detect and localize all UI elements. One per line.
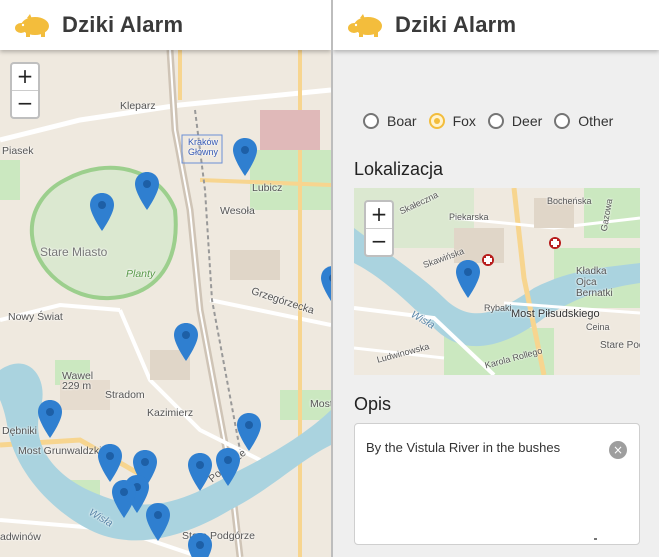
map-pin-icon[interactable] — [135, 172, 159, 210]
radio-other[interactable]: Other — [554, 113, 613, 129]
description-heading: Opis — [354, 394, 392, 414]
map-label: Wesoła — [220, 205, 255, 217]
resize-grip-icon[interactable] — [594, 538, 597, 540]
radio-circle-icon[interactable] — [487, 113, 504, 129]
boar-logo-icon — [15, 14, 49, 37]
app-title: Dziki Alarm — [395, 12, 517, 37]
description-textarea[interactable]: By the Vistula River in the bushes × — [354, 423, 640, 545]
radio-label: Fox — [452, 113, 476, 129]
map-pin-icon[interactable] — [174, 323, 198, 361]
location-picker-map[interactable]: + − Skałeczna Piekarska Skawińska Bocheń… — [354, 188, 640, 375]
radio-circle-icon[interactable] — [554, 113, 571, 129]
map-zoom-control: + − — [364, 200, 394, 257]
reports-map[interactable]: + − Kleparz Piasek Kraków Główny Lubicz … — [0, 50, 331, 557]
map-label: Stare Pod — [600, 340, 640, 351]
zoom-in-button[interactable]: + — [12, 64, 38, 90]
map-pin-icon[interactable] — [90, 193, 114, 231]
location-heading: Lokalizacja — [354, 159, 444, 179]
boar-logo-icon — [348, 14, 382, 37]
app-title: Dziki Alarm — [62, 12, 184, 37]
app-bar-left: Dziki Alarm — [0, 0, 331, 50]
report-form-panel: Dziki Alarm Boar Fox Deer Other Lokaliza… — [333, 0, 659, 557]
map-label: Stradom — [105, 389, 145, 401]
map-label: Piekarska — [449, 212, 489, 222]
left-panel: Dziki Alarm + − Kleparz Piasek Kraków Gł… — [0, 0, 331, 557]
map-pin-icon[interactable] — [98, 444, 122, 482]
radio-deer[interactable]: Deer — [487, 113, 543, 129]
zoom-in-button[interactable]: + — [366, 202, 392, 228]
map-label: adwinów — [0, 531, 41, 543]
map-pin-icon[interactable] — [146, 503, 170, 541]
map-pin-icon[interactable] — [216, 448, 240, 486]
map-label: Most Grunwaldzki — [18, 445, 102, 457]
map-pin-icon[interactable] — [188, 533, 212, 557]
map-pin-icon[interactable] — [321, 266, 331, 304]
map-label: Most — [310, 398, 331, 410]
map-label: Bocheńska — [547, 196, 592, 206]
radio-circle-icon[interactable] — [363, 113, 379, 129]
zoom-out-button[interactable]: − — [12, 90, 38, 117]
map-pin-icon[interactable] — [237, 413, 261, 451]
map-label: Kładka Ojca Bernatki — [576, 266, 613, 299]
map-label: Most Piłsudskiego — [511, 308, 600, 320]
map-label: Kazimierz — [147, 407, 194, 419]
zoom-out-button[interactable]: − — [366, 228, 392, 255]
radio-circle-icon[interactable] — [428, 113, 445, 129]
radio-boar[interactable]: Boar — [363, 113, 417, 129]
selected-location-pin-icon[interactable] — [456, 260, 480, 298]
animal-type-radio-group: Boar Fox Deer Other — [363, 113, 625, 129]
map-label: Stare Miasto — [40, 245, 108, 259]
map-label: Lubicz — [252, 182, 283, 194]
radio-fox[interactable]: Fox — [428, 113, 476, 129]
map-pin-icon[interactable] — [188, 453, 212, 491]
map-label: Dębniki — [2, 425, 38, 437]
map-label: Nowy Świat — [8, 311, 63, 323]
map-pin-icon[interactable] — [233, 138, 257, 176]
map-label: Piasek — [2, 145, 34, 157]
radio-label: Boar — [387, 113, 417, 129]
map-label: 229 m — [62, 380, 92, 392]
app-bar-right: Dziki Alarm — [333, 0, 659, 50]
map-label: Rybaki — [484, 303, 512, 313]
map-label: Kleparz — [120, 100, 156, 112]
map-pin-icon[interactable] — [112, 480, 136, 518]
map-label: Kraków Główny — [187, 137, 218, 157]
clear-icon[interactable]: × — [609, 441, 627, 459]
map-label: Ceina — [586, 322, 610, 332]
map-label: Planty — [126, 268, 156, 280]
map-pin-icon[interactable] — [38, 400, 62, 438]
radio-label: Other — [578, 113, 614, 129]
radio-label: Deer — [511, 113, 543, 129]
map-zoom-control: + − — [10, 62, 40, 119]
description-value: By the Vistula River in the bushes — [366, 440, 561, 455]
